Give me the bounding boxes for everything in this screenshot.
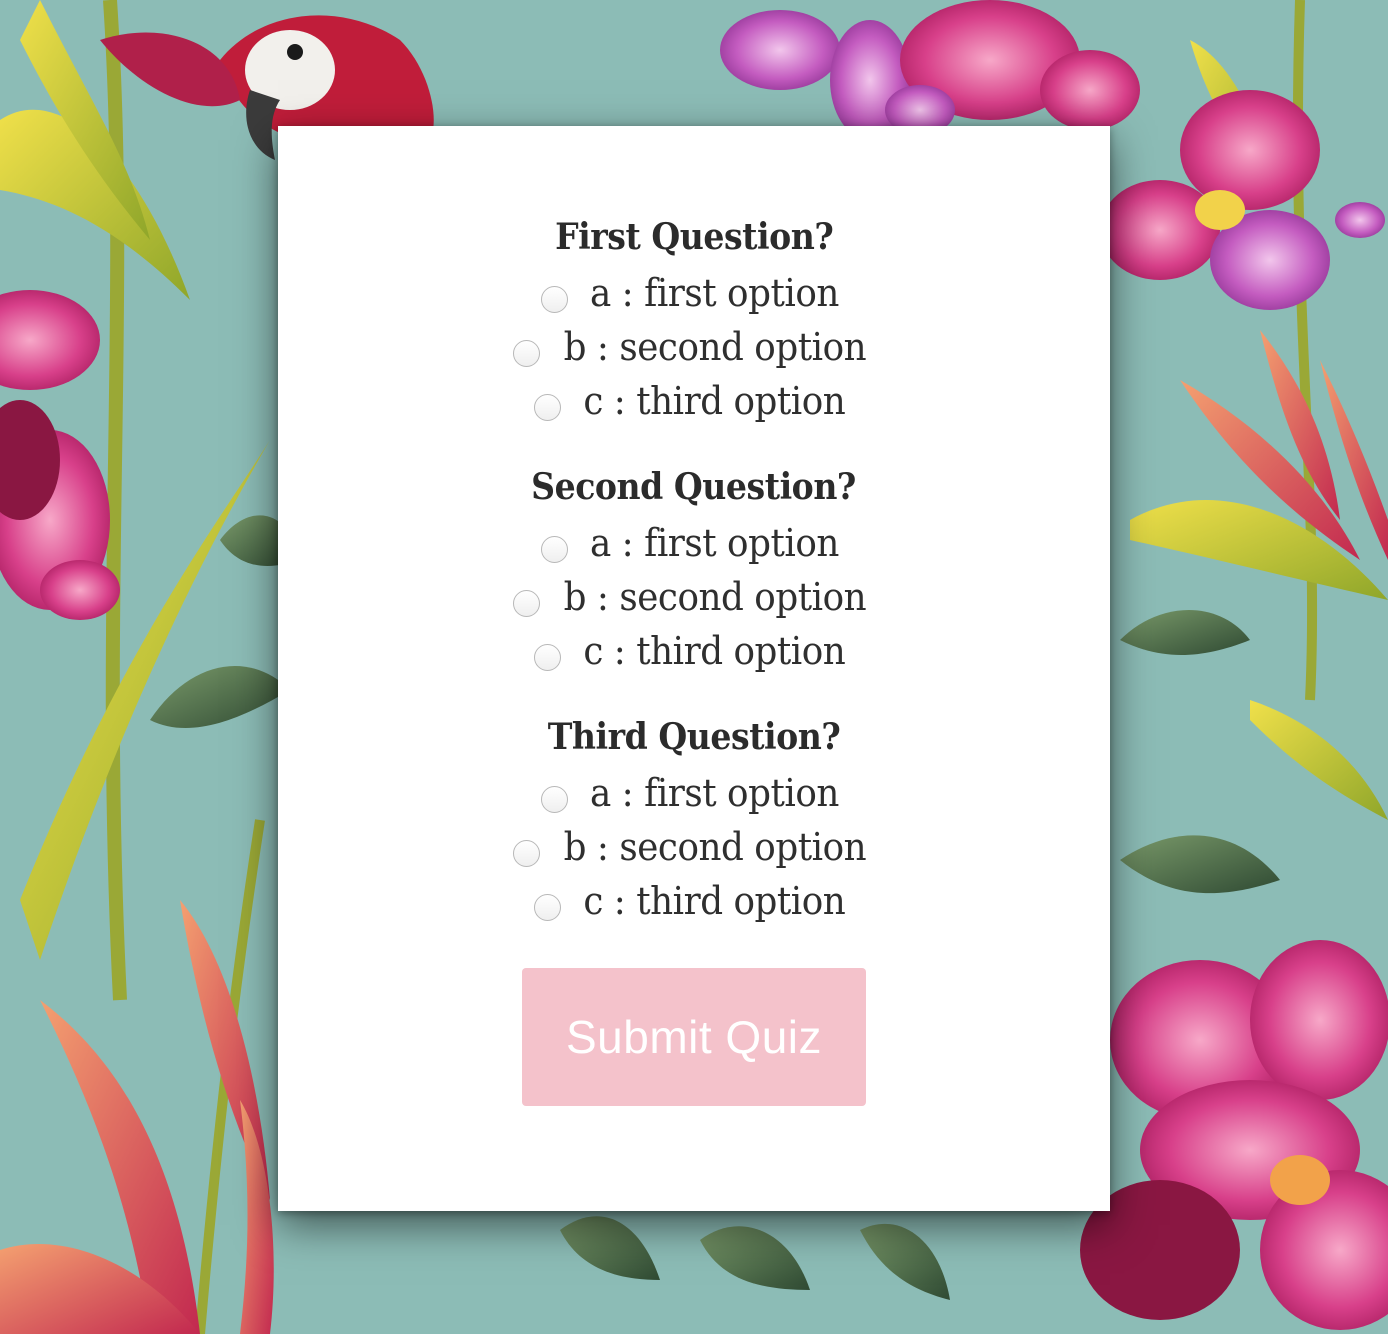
question-title: Second Question? [531, 466, 857, 508]
option-label: b : second option [563, 825, 866, 869]
option-a[interactable]: a : first option [541, 516, 847, 570]
question-title: First Question? [554, 216, 834, 258]
question-3: Third Question? a : first option b : sec… [512, 714, 876, 928]
radio-button[interactable] [512, 839, 540, 867]
option-b[interactable]: b : second option [512, 320, 876, 374]
option-a[interactable]: a : first option [541, 266, 847, 320]
submit-quiz-button[interactable]: Submit Quiz [522, 968, 866, 1106]
option-b[interactable]: b : second option [512, 820, 876, 874]
question-1: First Question? a : first option b : sec… [512, 214, 876, 428]
option-b[interactable]: b : second option [512, 570, 876, 624]
option-label: b : second option [563, 325, 866, 369]
radio-button[interactable] [541, 535, 569, 563]
radio-button[interactable] [534, 643, 562, 671]
option-label: a : first option [590, 271, 839, 315]
option-label: c : third option [583, 879, 846, 923]
option-c[interactable]: c : third option [534, 374, 854, 428]
option-label: c : third option [583, 379, 846, 423]
option-a[interactable]: a : first option [541, 766, 847, 820]
radio-button[interactable] [541, 285, 569, 313]
radio-button[interactable] [512, 589, 540, 617]
radio-button[interactable] [534, 893, 562, 921]
quiz-card: First Question? a : first option b : sec… [278, 126, 1110, 1211]
option-c[interactable]: c : third option [534, 624, 854, 678]
option-label: a : first option [590, 771, 839, 815]
option-label: a : first option [590, 521, 839, 565]
radio-button[interactable] [541, 785, 569, 813]
option-c[interactable]: c : third option [534, 874, 854, 928]
radio-button[interactable] [512, 339, 540, 367]
option-label: c : third option [583, 629, 846, 673]
question-title: Third Question? [547, 716, 841, 758]
question-2: Second Question? a : first option b : se… [512, 464, 876, 678]
option-label: b : second option [563, 575, 866, 619]
radio-button[interactable] [534, 393, 562, 421]
